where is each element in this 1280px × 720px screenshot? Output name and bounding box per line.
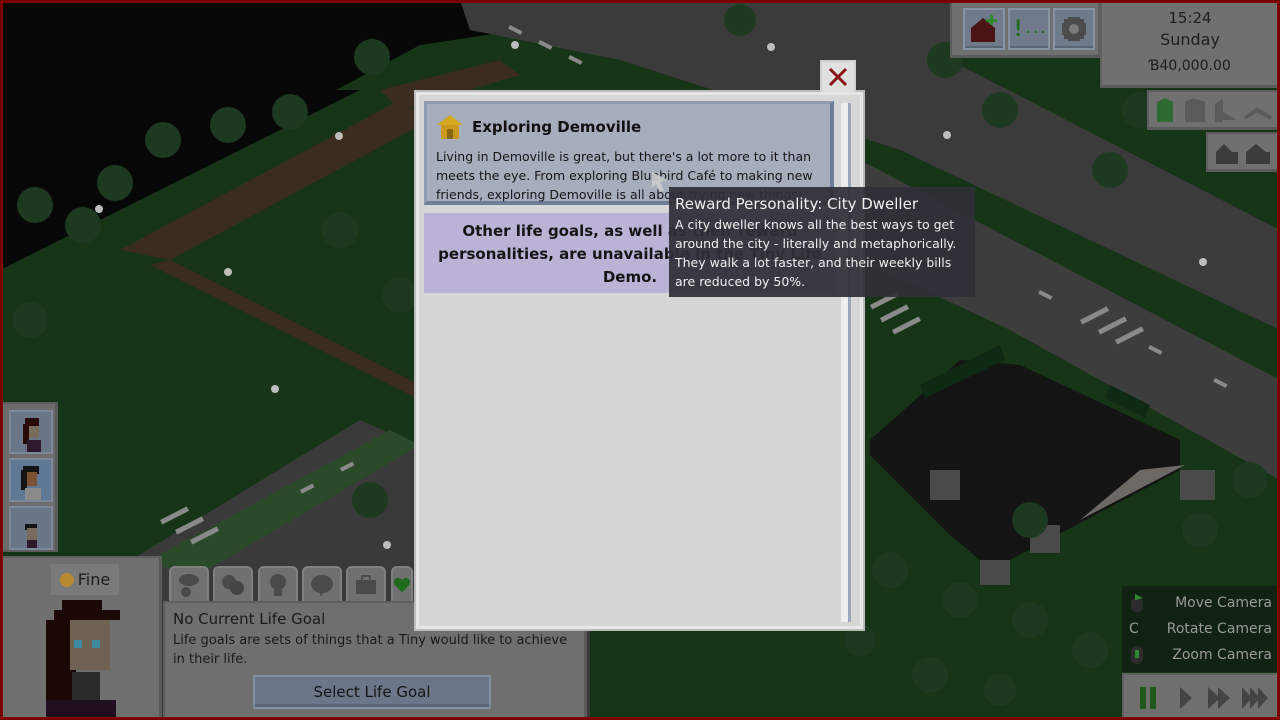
needs-tab[interactable] — [169, 566, 209, 602]
top-toolbar: !... — [950, 0, 1100, 58]
fast-forward-button[interactable] — [1208, 687, 1230, 709]
portrait-tiny-2[interactable] — [9, 458, 53, 502]
mood-label: Fine — [77, 570, 111, 589]
roof-up-alt-icon[interactable] — [1246, 144, 1270, 164]
camera-hints: Move Camera C Rotate Camera Zoom Camera — [1122, 586, 1280, 672]
build-mode-button[interactable] — [963, 8, 1005, 50]
smiley-icon — [59, 572, 74, 587]
reward-personality-tooltip: Reward Personality: City Dweller A city … — [669, 187, 975, 297]
mouse-wheel-icon — [1129, 644, 1145, 670]
character-panel: Fine — [0, 556, 162, 720]
fastest-button[interactable] — [1242, 687, 1268, 709]
mood-indicator: Fine — [51, 564, 119, 595]
briefcase-icon — [356, 575, 376, 594]
game-time: 15:24 — [1168, 9, 1212, 27]
lightbulb-icon — [270, 574, 286, 596]
speed-controls — [1122, 673, 1280, 720]
emotions-tab[interactable] — [213, 566, 253, 602]
wall-cutaway-icon[interactable] — [1185, 98, 1205, 122]
household-portraits — [0, 402, 58, 552]
tooltip-title: Reward Personality: City Dweller — [675, 195, 918, 213]
life-goal-tab[interactable] — [391, 566, 413, 602]
wall-view-panel — [1147, 90, 1280, 130]
tooltip-body: A city dweller knows all the best ways t… — [675, 217, 957, 289]
money-display: Ɓ40,000.00 — [1149, 58, 1231, 74]
heart-icon — [393, 577, 411, 593]
close-dialog-button[interactable] — [820, 60, 856, 92]
character-tabs — [163, 562, 413, 602]
game-day: Sunday — [1160, 30, 1220, 49]
select-life-goal-button[interactable]: Select Life Goal — [253, 675, 491, 709]
house-goal-icon — [437, 115, 463, 139]
move-camera-hint: Move Camera — [1175, 595, 1272, 611]
roof-up-icon[interactable] — [1216, 144, 1238, 164]
skills-tab[interactable] — [258, 566, 298, 602]
settings-button[interactable] — [1053, 8, 1095, 50]
pause-button[interactable] — [1140, 687, 1156, 709]
clock-panel: 15:24 Sunday Ɓ40,000.00 — [1100, 0, 1280, 88]
zoom-camera-hint: Zoom Camera — [1172, 647, 1272, 663]
life-goal-description: Life goals are sets of things that a Tin… — [173, 633, 568, 667]
notifications-button[interactable]: !... — [1008, 8, 1050, 50]
gear-icon — [1055, 10, 1093, 48]
wall-down-icon[interactable] — [1243, 107, 1272, 120]
life-goal-dialog: Exploring Demoville Living in Demoville … — [416, 92, 863, 629]
rotate-key-label: C — [1129, 621, 1139, 637]
dialog-scrollbar[interactable] — [841, 103, 851, 622]
thought-bubble-icon — [179, 574, 199, 597]
masks-icon — [222, 575, 244, 595]
roof-view-panel — [1206, 132, 1280, 172]
wall-partial-icon[interactable] — [1215, 98, 1237, 122]
portrait-tiny-1[interactable] — [9, 410, 53, 454]
rotate-camera-hint: Rotate Camera — [1166, 621, 1272, 637]
portrait-tiny-3[interactable] — [9, 506, 53, 550]
job-tab[interactable] — [346, 566, 386, 602]
wall-full-icon[interactable] — [1157, 98, 1173, 122]
close-icon — [828, 67, 848, 87]
speech-bubble-icon — [311, 575, 333, 597]
relationships-tab[interactable] — [302, 566, 342, 602]
goal-title: Exploring Demoville — [472, 118, 642, 136]
play-button[interactable] — [1180, 687, 1192, 709]
life-goal-title: No Current Life Goal — [173, 610, 326, 628]
exclamation-icon: !... — [1011, 16, 1047, 42]
mouse-drag-icon — [1129, 594, 1145, 618]
house-plus-icon — [965, 10, 1003, 48]
avatar — [46, 600, 120, 720]
